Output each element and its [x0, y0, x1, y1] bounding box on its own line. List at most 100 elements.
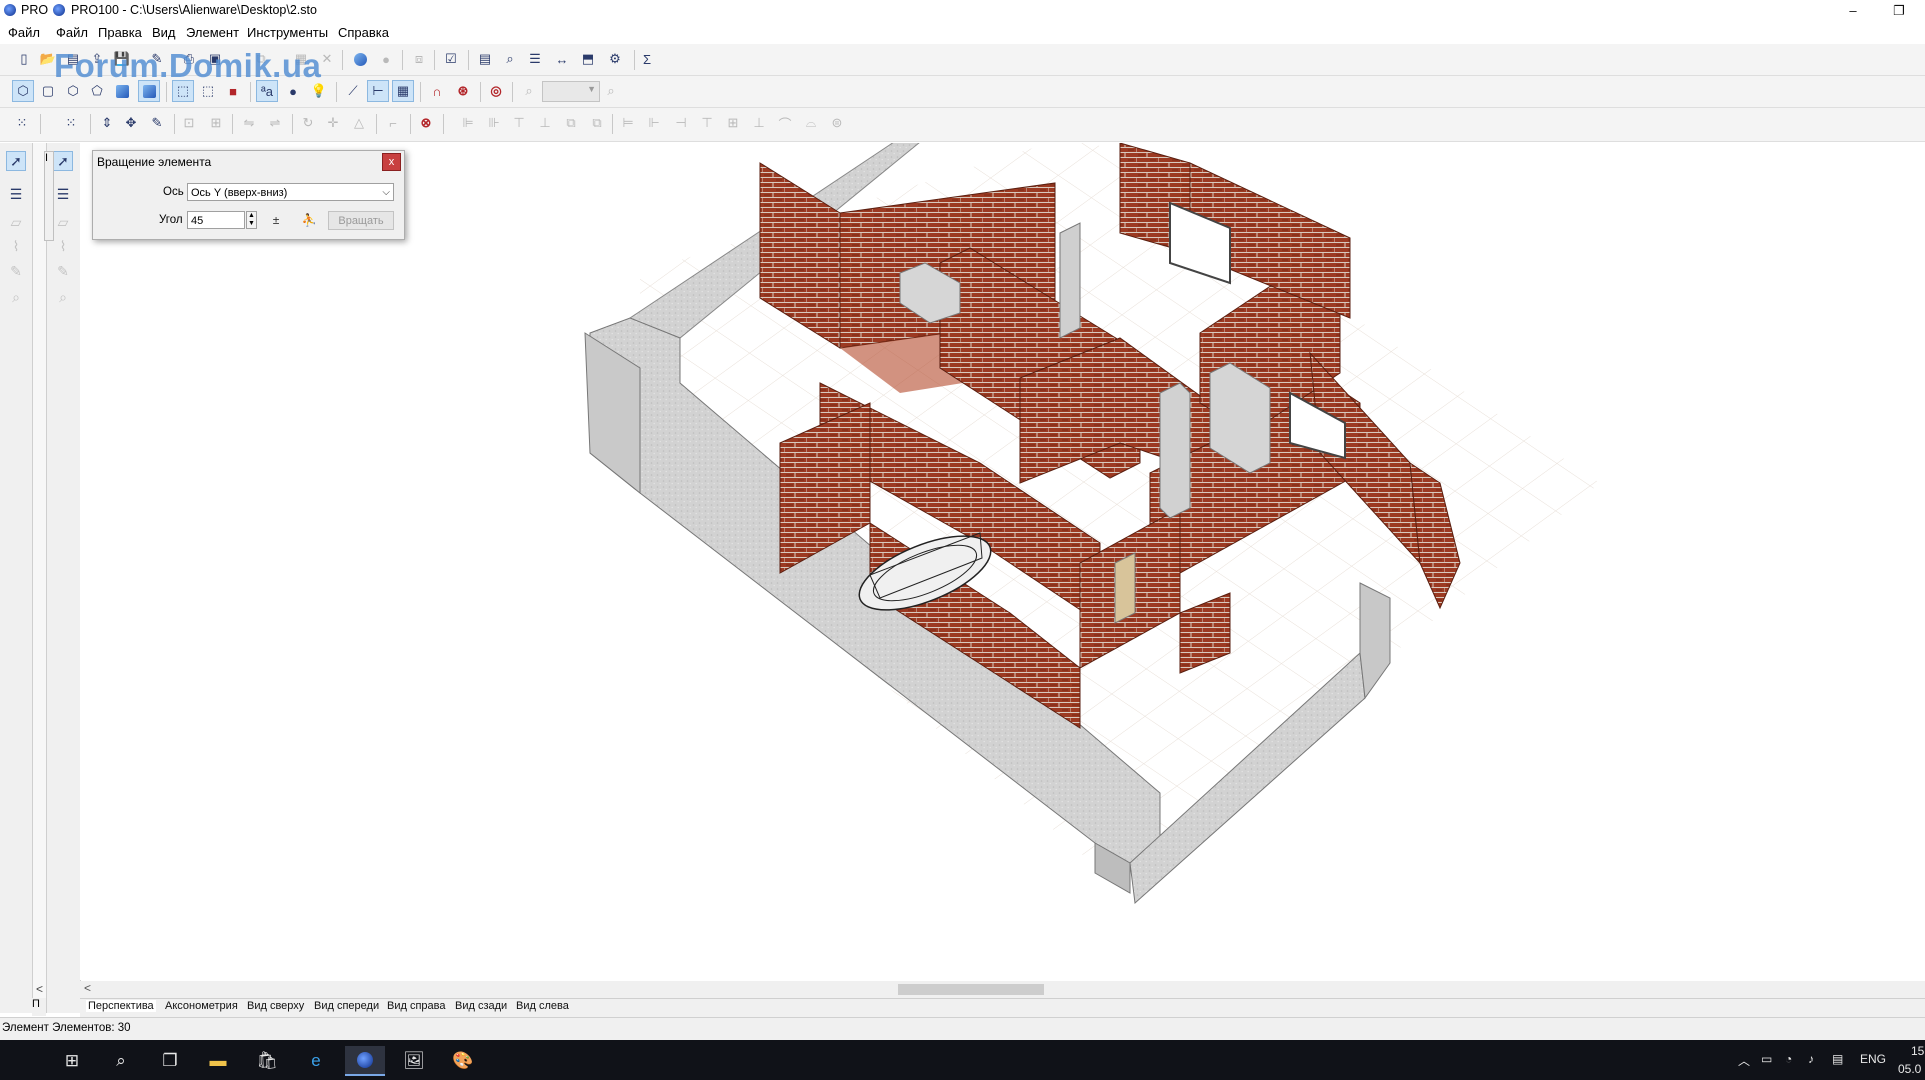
menu-element[interactable]: Элемент	[186, 25, 239, 40]
align-x5-icon[interactable]: ⊞	[722, 112, 744, 134]
edit-shape-icon-2[interactable]: ✎	[53, 261, 73, 281]
shape-icon[interactable]: ▱	[6, 212, 26, 232]
pipe-icon[interactable]: ⌇	[6, 236, 26, 256]
menu-edit[interactable]: Правка	[98, 25, 142, 40]
redo-icon[interactable]: ●	[375, 48, 397, 70]
scroll-thumb[interactable]	[898, 984, 1044, 995]
import-icon[interactable]: ⬒	[577, 48, 599, 70]
settings-icon[interactable]: ⚙	[604, 48, 626, 70]
shape-icon-2[interactable]: ▱	[53, 212, 73, 232]
mirror-people-icon[interactable]: ⛹	[299, 211, 319, 229]
view-perspective-icon[interactable]: ⬡	[12, 80, 34, 102]
properties-icon[interactable]: ☑	[440, 48, 462, 70]
lines-icon[interactable]: ☰	[6, 184, 26, 204]
menu-view[interactable]: Вид	[152, 25, 176, 40]
task-view-icon[interactable]: ❐	[150, 1046, 190, 1076]
search-icon[interactable]: ⌕	[6, 287, 26, 307]
search-icon-2[interactable]: ⌕	[53, 287, 73, 307]
pencil-icon[interactable]: ✎	[146, 112, 168, 134]
align-x1-icon[interactable]: ⊨	[617, 112, 639, 134]
rotate-element-icon[interactable]: ⊗	[415, 112, 437, 134]
tab-left[interactable]: Вид слева	[514, 1000, 571, 1012]
undo-icon[interactable]	[349, 48, 371, 70]
tab-right[interactable]: Вид справа	[385, 1000, 448, 1012]
restore-button[interactable]: ❐	[1876, 0, 1922, 22]
align2-icon[interactable]: ⊞	[205, 112, 227, 134]
grid-icon[interactable]: ▦	[392, 80, 414, 102]
windows-start-icon[interactable]: ⊞	[52, 1046, 92, 1076]
battery-icon[interactable]: ▭	[1761, 1052, 1772, 1066]
tab-front[interactable]: Вид спереди	[312, 1000, 381, 1012]
left-panel-tab[interactable]: П	[32, 998, 46, 1016]
rotate-icon[interactable]: ↻	[297, 112, 319, 134]
angle-spinner[interactable]: ▲ ▼	[246, 211, 257, 229]
lines-icon-2[interactable]: ☰	[53, 184, 73, 204]
tab-axonometry[interactable]: Аксонометрия	[163, 1000, 240, 1012]
tab-top[interactable]: Вид сверху	[245, 1000, 306, 1012]
menu-help[interactable]: Справка	[338, 25, 389, 40]
minimize-button[interactable]: –	[1830, 0, 1876, 22]
pro100-taskbar-icon[interactable]	[345, 1046, 385, 1076]
new-file-icon[interactable]: ▯	[13, 48, 35, 70]
language-indicator[interactable]: ENG	[1860, 1052, 1886, 1066]
align-x2-icon[interactable]: ⊩	[643, 112, 665, 134]
mirror-icon[interactable]: ⇌	[264, 112, 286, 134]
volume-icon[interactable]: ♪	[1808, 1052, 1814, 1066]
center-icon[interactable]: ✛	[322, 112, 344, 134]
distribute-icon[interactable]: ⧉	[560, 112, 582, 134]
align-hcenter-icon[interactable]: ⊪	[483, 112, 505, 134]
search-icon[interactable]: ⌕	[101, 1046, 141, 1076]
triangle-icon[interactable]: △	[348, 112, 370, 134]
align1-icon[interactable]: ⊡	[178, 112, 200, 134]
pipe-icon-2[interactable]: ⌇	[53, 236, 73, 256]
zoom-out-icon[interactable]: ⌕	[518, 80, 540, 102]
align-left-icon[interactable]: ⊫	[457, 112, 479, 134]
wifi-icon[interactable]: ◔	[1785, 1052, 1792, 1066]
paint-icon[interactable]: 🎨	[443, 1046, 483, 1076]
lift-icon[interactable]: ⇕	[96, 112, 118, 134]
flip-icon[interactable]: ⇋	[238, 112, 260, 134]
move-icon[interactable]: ✥	[120, 112, 142, 134]
find-icon[interactable]: ⌕	[499, 48, 521, 70]
clock-time[interactable]: 15	[1911, 1044, 1924, 1058]
magnet-icon[interactable]: ∩	[426, 80, 448, 102]
notification-icon[interactable]: ▤	[1832, 1052, 1843, 1066]
angle-input[interactable]: 45	[187, 211, 245, 229]
menu-file[interactable]: Файл	[56, 25, 88, 40]
list-icon[interactable]: ☰	[524, 48, 546, 70]
tab-back[interactable]: Вид сзади	[453, 1000, 509, 1012]
align-bottom-icon[interactable]: ⊥	[534, 112, 556, 134]
horizontal-scrollbar[interactable]: <	[80, 981, 1925, 998]
corner-icon[interactable]: ⌐	[382, 112, 404, 134]
edit-shape-icon[interactable]: ✎	[6, 261, 26, 281]
align-x3-icon[interactable]: ⊣	[670, 112, 692, 134]
tray-chevron-up-icon[interactable]: ︿	[1738, 1052, 1750, 1069]
select-group-icon[interactable]: ⁙	[60, 112, 82, 134]
align-x4-icon[interactable]: ⊤	[696, 112, 718, 134]
align-x8-icon[interactable]: ⌓	[800, 112, 822, 134]
store-icon[interactable]: 🛍	[247, 1046, 287, 1076]
align-x9-icon[interactable]: ⊜	[826, 112, 848, 134]
report-icon[interactable]: ▤	[474, 48, 496, 70]
menu-file-left[interactable]: Файл	[8, 25, 40, 40]
align-top-icon[interactable]: ⊤	[508, 112, 530, 134]
tab-perspective[interactable]: Перспектива	[86, 1000, 156, 1012]
align-x7-icon[interactable]: ⌒	[774, 112, 796, 134]
rotate-button[interactable]: Вращать	[328, 211, 394, 230]
ruler-icon[interactable]: ⊢	[367, 80, 389, 102]
snap-icon[interactable]: ⊛	[452, 80, 474, 102]
pointer-icon[interactable]: ➚	[6, 151, 26, 171]
scroll-left-icon[interactable]: <	[84, 981, 91, 995]
pointer-icon-2[interactable]: ➚	[53, 151, 73, 171]
photos-icon[interactable]: 🖼	[394, 1046, 434, 1076]
chevron-left-icon[interactable]: <	[36, 982, 43, 996]
target-icon[interactable]: ◎	[485, 80, 507, 102]
distribute2-icon[interactable]: ⧉	[586, 112, 608, 134]
edge-browser-icon[interactable]: e	[296, 1046, 336, 1076]
file-explorer-icon[interactable]: ▬	[198, 1046, 238, 1076]
group-icon[interactable]: ⧈	[408, 48, 430, 70]
dimension-icon[interactable]: ↔	[551, 48, 573, 70]
plus-minus-icon[interactable]: ±	[266, 211, 286, 229]
menu-tools[interactable]: Инструменты	[247, 25, 328, 40]
viewport-3d[interactable]	[80, 143, 1925, 980]
